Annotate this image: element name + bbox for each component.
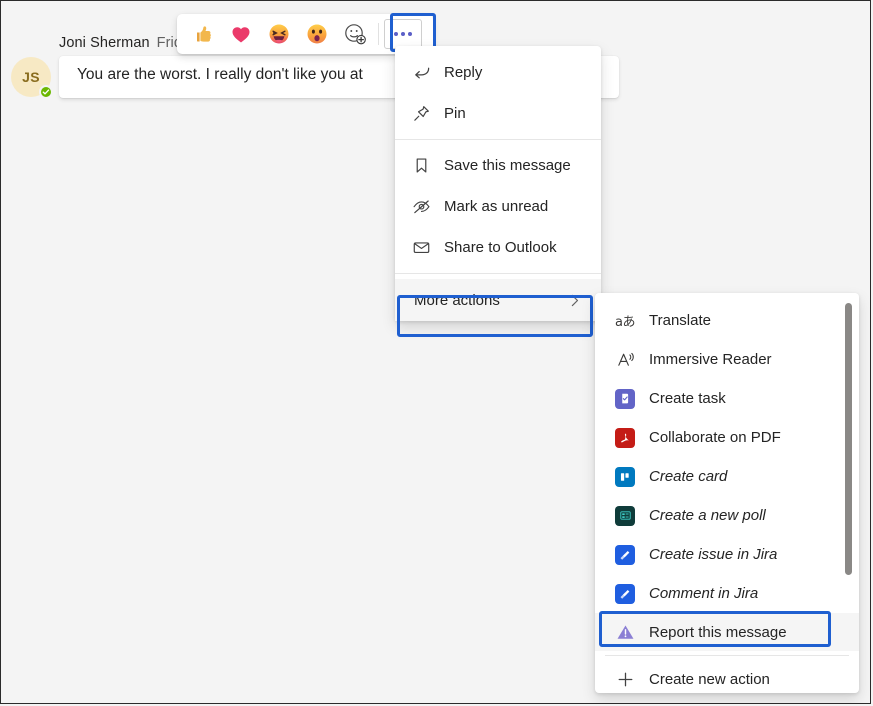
menu-item-label: Share to Outlook — [444, 239, 557, 256]
submenu-item-create-new-action[interactable]: Create new action — [595, 660, 859, 693]
submenu-item-comment-in-jira[interactable]: Comment in Jira — [595, 574, 859, 613]
submenu-item-immersive-reader[interactable]: Immersive Reader — [595, 340, 859, 379]
submenu-item-label: Translate — [649, 312, 711, 329]
submenu-item-create-a-new-poll[interactable]: Create a new poll — [595, 496, 859, 535]
bookmark-icon — [412, 156, 438, 175]
thumbs-up-reaction[interactable] — [187, 18, 219, 50]
menu-item-label: More actions — [414, 292, 500, 309]
more-options-button[interactable] — [384, 19, 422, 49]
submenu-item-label: Immersive Reader — [649, 351, 772, 368]
menu-item-save-this-message[interactable]: Save this message — [395, 145, 601, 186]
submenu-item-label: Report this message — [649, 624, 787, 641]
submenu-item-collaborate-on-pdf[interactable]: Collaborate on PDF — [595, 418, 859, 457]
submenu-item-label: Create task — [649, 390, 726, 407]
jira-icon — [613, 583, 637, 605]
submenu-item-create-task[interactable]: Create task — [595, 379, 859, 418]
menu-item-label: Mark as unread — [444, 198, 548, 215]
menu-item-pin[interactable]: Pin — [395, 93, 601, 134]
submenu-item-label: Create new action — [649, 671, 770, 688]
message-text: You are the worst. I really don't like y… — [77, 66, 363, 84]
submenu-item-create-issue-in-jira[interactable]: Create issue in Jira — [595, 535, 859, 574]
reply-arrow-icon — [412, 63, 438, 82]
submenu-scrollbar[interactable] — [845, 303, 852, 575]
translate-icon: aあ — [613, 310, 637, 332]
message-context-menu: Reply Pin Save this message — [395, 46, 601, 321]
jira-icon — [613, 544, 637, 566]
submenu-item-label: Create a new poll — [649, 507, 766, 524]
ellipsis-icon — [394, 32, 412, 36]
add-reaction-icon[interactable] — [339, 18, 371, 50]
available-check-icon — [39, 85, 53, 99]
planner-task-icon — [613, 388, 637, 410]
adobe-pdf-icon — [613, 427, 637, 449]
menu-separator — [395, 139, 601, 140]
submenu-item-report-this-message[interactable]: Report this message — [595, 613, 859, 651]
warning-triangle-icon — [613, 621, 637, 643]
menu-item-share-to-outlook[interactable]: Share to Outlook — [395, 227, 601, 268]
menu-item-more-actions[interactable]: More actions — [395, 279, 601, 321]
menu-item-label: Reply — [444, 64, 482, 81]
submenu-item-label: Create issue in Jira — [649, 546, 777, 563]
heart-reaction[interactable] — [225, 18, 257, 50]
submenu-item-label: Collaborate on PDF — [649, 429, 781, 446]
immersive-reader-icon — [613, 349, 637, 371]
menu-item-reply[interactable]: Reply — [395, 52, 601, 93]
screenshot-frame: Joni ShermanFrid JS You are the worst. I… — [0, 0, 871, 704]
surprised-reaction[interactable] — [301, 18, 333, 50]
menu-item-label: Pin — [444, 105, 466, 122]
trello-card-icon — [613, 466, 637, 488]
avatar-initials: JS — [22, 69, 40, 85]
pin-icon — [412, 104, 438, 123]
message-author-line: Joni ShermanFrid — [59, 35, 182, 51]
poll-icon — [613, 505, 637, 527]
eye-crossed-icon — [412, 197, 438, 216]
menu-item-label: Save this message — [444, 157, 571, 174]
chevron-right-icon — [566, 292, 583, 309]
submenu-item-label: Create card — [649, 468, 727, 485]
laugh-reaction[interactable] — [263, 18, 295, 50]
envelope-icon — [412, 238, 438, 257]
submenu-item-translate[interactable]: aあ Translate — [595, 301, 859, 340]
more-actions-submenu: aあ Translate Immersive Reader — [595, 293, 859, 693]
toolbar-divider — [378, 23, 379, 45]
message-author: Joni Sherman — [59, 35, 150, 51]
submenu-separator — [605, 655, 849, 656]
plus-icon — [613, 669, 637, 691]
submenu-item-create-card[interactable]: Create card — [595, 457, 859, 496]
submenu-item-label: Comment in Jira — [649, 585, 758, 602]
menu-separator — [395, 273, 601, 274]
menu-item-mark-as-unread[interactable]: Mark as unread — [395, 186, 601, 227]
